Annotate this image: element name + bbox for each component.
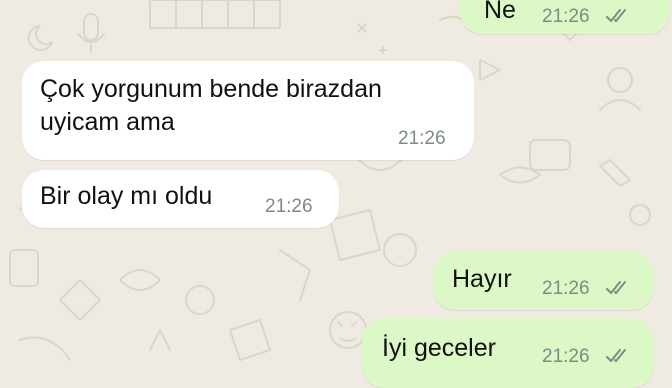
message-bubble-outgoing[interactable]: Ne 21:26: [460, 0, 670, 34]
message-bubble-incoming[interactable]: Çok yorgunum bende birazdan uyicam ama 2…: [22, 61, 474, 160]
message-text: Hayır: [452, 265, 512, 293]
message-text: Bir olay mı oldu: [40, 182, 213, 210]
message-timestamp: 21:26: [542, 278, 590, 299]
message-timestamp: 21:26: [265, 196, 313, 217]
message-bubble-outgoing[interactable]: Hayır 21:26: [433, 252, 654, 310]
message-text: Çok yorgunum bende birazdan uyicam ama: [40, 75, 382, 136]
read-double-check-icon: [606, 281, 626, 294]
message-text: Ne: [484, 0, 516, 24]
read-double-check-icon: [606, 349, 626, 362]
message-timestamp: 21:26: [542, 6, 590, 27]
message-timestamp: 21:26: [542, 346, 590, 367]
message-timestamp: 21:26: [398, 128, 446, 149]
message-bubble-incoming[interactable]: Bir olay mı oldu 21:26: [22, 170, 339, 228]
message-text: İyi geceler: [382, 334, 496, 362]
read-double-check-icon: [606, 9, 626, 22]
